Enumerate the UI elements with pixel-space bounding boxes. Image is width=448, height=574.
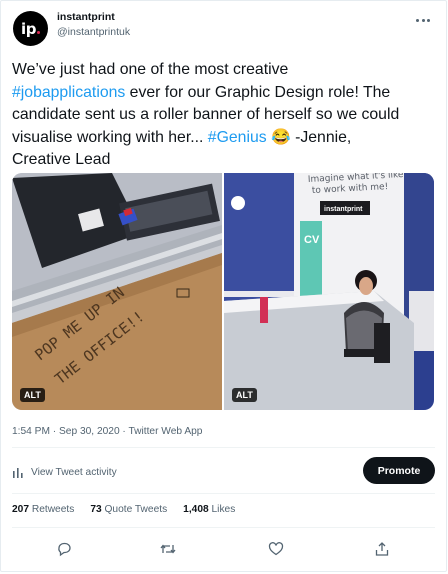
hashtag-link[interactable]: #jobapplications xyxy=(12,84,125,101)
more-options-icon[interactable] xyxy=(414,14,432,26)
media-grid: POP ME UP IN THE OFFICE!! ALT Imagine wh… xyxy=(12,173,434,410)
tweet-text-line: We’ve just had one of the most creative xyxy=(12,61,289,78)
tweet-text-line: visualise working with her... xyxy=(12,128,208,146)
promote-button[interactable]: Promote xyxy=(363,457,435,484)
quote-tweets-count: 73 xyxy=(90,504,102,515)
hashtag-link[interactable]: #Genius xyxy=(208,129,267,146)
avatar[interactable]: ip xyxy=(13,11,48,46)
retweets-count: 207 xyxy=(12,504,29,515)
view-tweet-activity-label: View Tweet activity xyxy=(31,466,117,478)
alt-badge[interactable]: ALT xyxy=(20,388,45,402)
divider xyxy=(12,447,435,448)
view-tweet-activity-link[interactable]: View Tweet activity xyxy=(12,464,117,480)
tweet-text-line: -Jennie, xyxy=(290,128,352,146)
banner-logo: instantprint xyxy=(324,206,363,213)
display-name[interactable]: instantprint xyxy=(57,11,115,23)
like-icon[interactable] xyxy=(266,539,286,559)
likes-stat[interactable]: 1,408 Likes xyxy=(183,504,235,515)
retweets-stat[interactable]: 207 Retweets xyxy=(12,504,74,515)
photo-banner-illustration: Imagine what it's like to work with me! … xyxy=(224,173,434,410)
share-icon[interactable] xyxy=(372,539,392,559)
tweet-text: We’ve just had one of the most creative … xyxy=(12,59,436,172)
likes-label: Likes xyxy=(211,504,236,515)
tweet-text-line: candidate sent us a roller banner of her… xyxy=(12,106,400,124)
quote-tweets-label: Quote Tweets xyxy=(104,504,168,515)
likes-count: 1,408 xyxy=(183,504,209,515)
retweet-icon[interactable] xyxy=(158,539,178,559)
tweet-actions xyxy=(0,539,448,559)
engagement-stats: 207 Retweets 73 Quote Tweets 1,408 Likes xyxy=(12,504,235,515)
photo-roller-banner-box[interactable]: POP ME UP IN THE OFFICE!! ALT xyxy=(12,173,222,410)
divider xyxy=(12,527,435,528)
divider xyxy=(12,493,435,494)
quote-tweets-stat[interactable]: 73 Quote Tweets xyxy=(90,504,167,515)
alt-badge[interactable]: ALT xyxy=(232,388,257,402)
tweet-timestamp[interactable]: 1:54 PM · Sep 30, 2020 · Twitter Web App xyxy=(12,426,202,437)
photo-box-illustration: POP ME UP IN THE OFFICE!! xyxy=(12,173,222,410)
tweet-text-line: Creative Lead xyxy=(12,151,111,169)
banner-cv: CV xyxy=(304,234,320,246)
reply-icon[interactable] xyxy=(54,539,74,559)
emoji: 😂 xyxy=(271,128,291,146)
user-handle[interactable]: @instantprintuk xyxy=(57,26,130,38)
photo-banner-candidate[interactable]: Imagine what it's like to work with me! … xyxy=(224,173,434,410)
retweets-label: Retweets xyxy=(31,504,75,515)
avatar-logo-text: ip xyxy=(21,20,40,38)
analytics-icon xyxy=(13,468,23,478)
tweet-text-line: ever for our Graphic Design role! The xyxy=(125,83,391,101)
